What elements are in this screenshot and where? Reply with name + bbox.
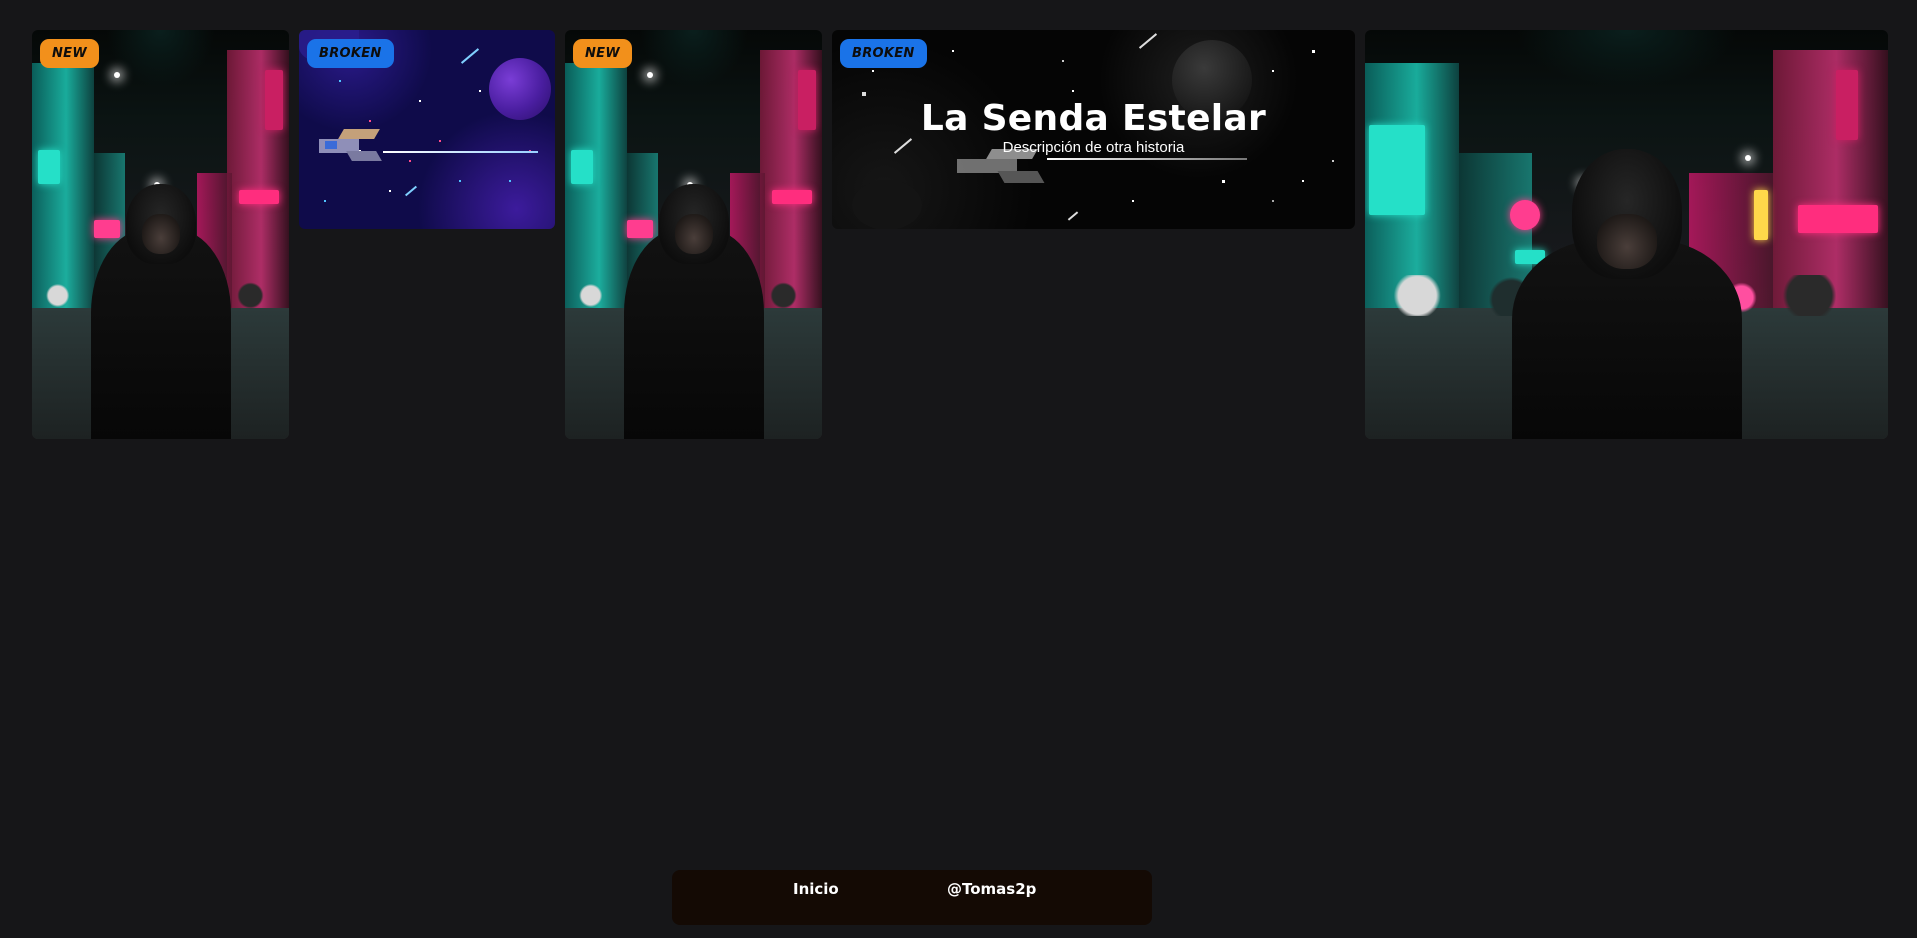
- new-badge: NEW: [573, 39, 632, 68]
- story-card-4[interactable]: La Senda Estelar Descripción de otra his…: [832, 30, 1355, 229]
- story-subheading: Descripción de otra historia: [832, 139, 1355, 156]
- story-heading: La Senda Estelar: [832, 98, 1355, 139]
- story-card-5[interactable]: [1365, 30, 1888, 439]
- nav-user-link[interactable]: @Tomas2p: [947, 880, 1036, 898]
- new-badge: NEW: [40, 39, 99, 68]
- story-description: Descripción de otra historia: [1002, 139, 1185, 156]
- nav-home-link[interactable]: Inicio: [793, 880, 839, 898]
- broken-badge: BROKEN: [840, 39, 927, 68]
- bottom-nav: Inicio @Tomas2p: [672, 870, 1152, 925]
- story-title: La Senda Estelar: [920, 98, 1267, 139]
- story-card-1[interactable]: NEW: [32, 30, 289, 439]
- story-gallery: NEW BROKEN NEW La Senda Estelar Descripc…: [0, 0, 1917, 938]
- broken-badge: BROKEN: [307, 39, 394, 68]
- story-card-2[interactable]: BROKEN: [299, 30, 555, 229]
- story-card-3[interactable]: NEW: [565, 30, 822, 439]
